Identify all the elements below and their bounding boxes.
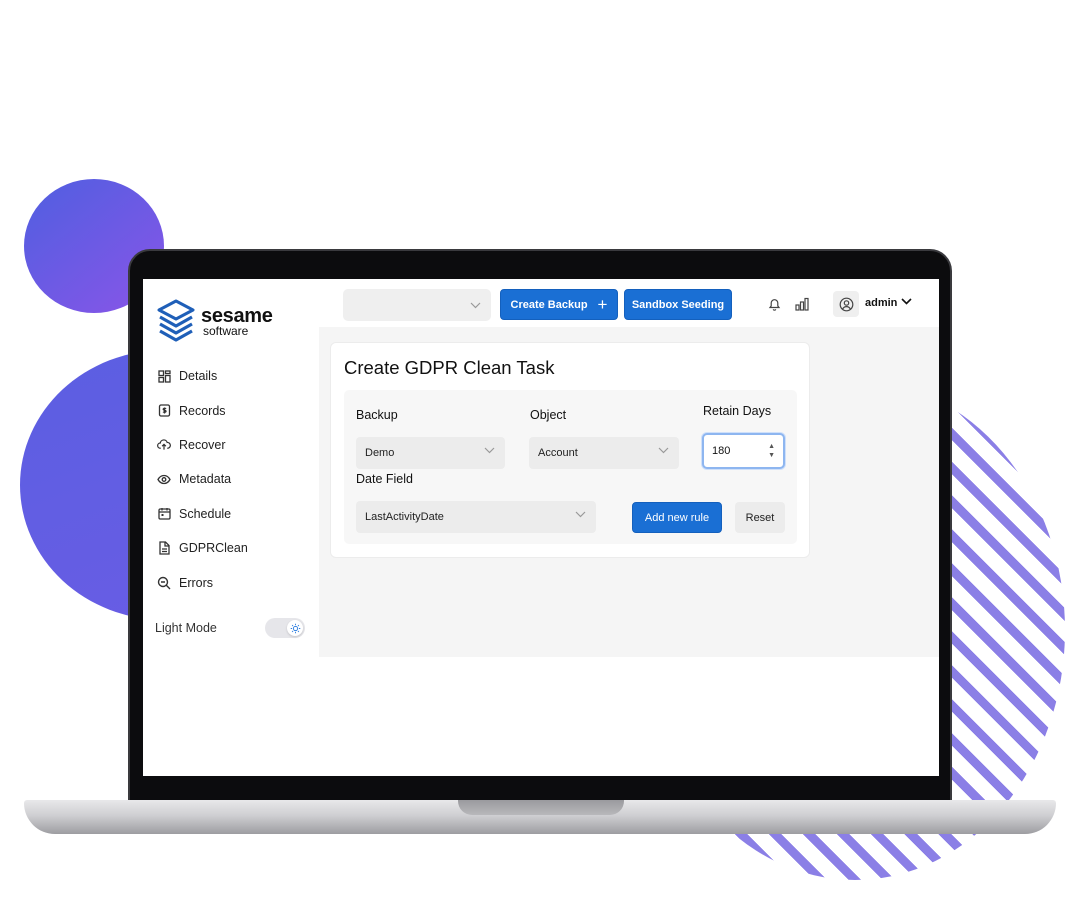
- plus-icon: +: [597, 295, 608, 314]
- sidebar-item-metadata[interactable]: Metadata: [157, 462, 248, 496]
- user-circle-icon: [839, 297, 853, 311]
- sidebar-item-label: GDPRClean: [179, 541, 248, 556]
- date-field-select[interactable]: LastActivityDate: [356, 501, 596, 533]
- bell-icon[interactable]: [768, 297, 781, 311]
- sidebar-nav: Details Records Recover Metadata Schedul…: [157, 359, 248, 600]
- create-backup-label: Create Backup: [510, 298, 588, 311]
- sidebar-item-label: Metadata: [179, 472, 232, 487]
- sandbox-seeding-label: Sandbox Seeding: [631, 298, 725, 311]
- sidebar-item-records[interactable]: Records: [157, 393, 248, 427]
- sidebar-item-errors[interactable]: Errors: [157, 565, 248, 599]
- add-new-rule-label: Add new rule: [644, 511, 710, 524]
- task-form: Backup Object Retain Days Demo Account 1…: [344, 390, 797, 544]
- grid-icon: [157, 369, 171, 383]
- brand-logo[interactable]: sesame software: [157, 299, 273, 343]
- light-mode-row: Light Mode: [155, 618, 305, 638]
- laptop-screen: sesame software Details Records Recover …: [143, 279, 939, 776]
- brand-name: sesame: [201, 304, 273, 327]
- sidebar-item-gdprclean[interactable]: GDPRClean: [157, 531, 248, 565]
- object-label: Object: [530, 408, 567, 422]
- chevron-down-icon: [575, 511, 586, 518]
- user-avatar[interactable]: [833, 291, 859, 317]
- backup-select-value: Demo: [365, 447, 395, 459]
- object-select-value: Account: [538, 447, 578, 459]
- user-name[interactable]: admin: [865, 297, 897, 309]
- sidebar-item-label: Schedule: [179, 506, 232, 521]
- sidebar-item-label: Errors: [179, 575, 214, 590]
- sidebar-item-label: Recover: [179, 437, 226, 452]
- sidebar-item-label: Details: [179, 369, 218, 384]
- light-mode-toggle[interactable]: [265, 618, 305, 638]
- main-content: Create Backup + Sandbox Seeding admin Cr…: [319, 279, 939, 657]
- sidebar-item-details[interactable]: Details: [157, 359, 248, 393]
- reset-label: Reset: [745, 511, 775, 524]
- date-field-label: Date Field: [356, 472, 413, 486]
- org-select[interactable]: [343, 289, 491, 321]
- page-title: Create GDPR Clean Task: [344, 357, 555, 378]
- calendar-icon: [157, 507, 171, 521]
- eye-icon: [157, 472, 171, 486]
- date-field-select-value: LastActivityDate: [365, 511, 444, 523]
- cloud-upload-icon: [157, 438, 171, 452]
- chevron-down-icon: [470, 302, 481, 308]
- magnifier-icon: [157, 576, 171, 590]
- sun-icon: [290, 623, 300, 633]
- retain-days-input[interactable]: 180 ▲ ▼: [702, 433, 785, 469]
- light-mode-label: Light Mode: [155, 621, 217, 635]
- bar-chart-icon[interactable]: [795, 297, 809, 311]
- sandbox-seeding-button[interactable]: Sandbox Seeding: [624, 289, 732, 320]
- laptop-notch: [458, 800, 624, 815]
- reset-button[interactable]: Reset: [735, 502, 785, 533]
- gdpr-task-card: Create GDPR Clean Task Backup Object Ret…: [330, 342, 810, 558]
- backup-select[interactable]: Demo: [356, 437, 505, 469]
- sidebar: sesame software Details Records Recover …: [143, 279, 319, 657]
- toggle-knob: [287, 620, 303, 636]
- chevron-down-icon[interactable]: [901, 298, 912, 305]
- sidebar-item-schedule[interactable]: Schedule: [157, 497, 248, 531]
- backup-label: Backup: [356, 408, 398, 422]
- create-backup-button[interactable]: Create Backup +: [500, 289, 618, 320]
- document-dollar-icon: [157, 404, 171, 418]
- stacked-layers-logo-icon: [157, 299, 195, 342]
- retain-days-value: 180: [712, 445, 731, 457]
- sidebar-item-recover[interactable]: Recover: [157, 428, 248, 462]
- object-select[interactable]: Account: [529, 437, 679, 469]
- chevron-down-icon: [658, 447, 669, 454]
- top-bar: Create Backup + Sandbox Seeding admin: [319, 279, 939, 327]
- file-icon: [157, 541, 171, 555]
- retain-days-label: Retain Days: [703, 404, 772, 418]
- add-new-rule-button[interactable]: Add new rule: [632, 502, 722, 533]
- number-stepper-icon[interactable]: ▲ ▼: [768, 442, 775, 460]
- sidebar-item-label: Records: [179, 403, 226, 418]
- chevron-down-icon: [484, 447, 495, 454]
